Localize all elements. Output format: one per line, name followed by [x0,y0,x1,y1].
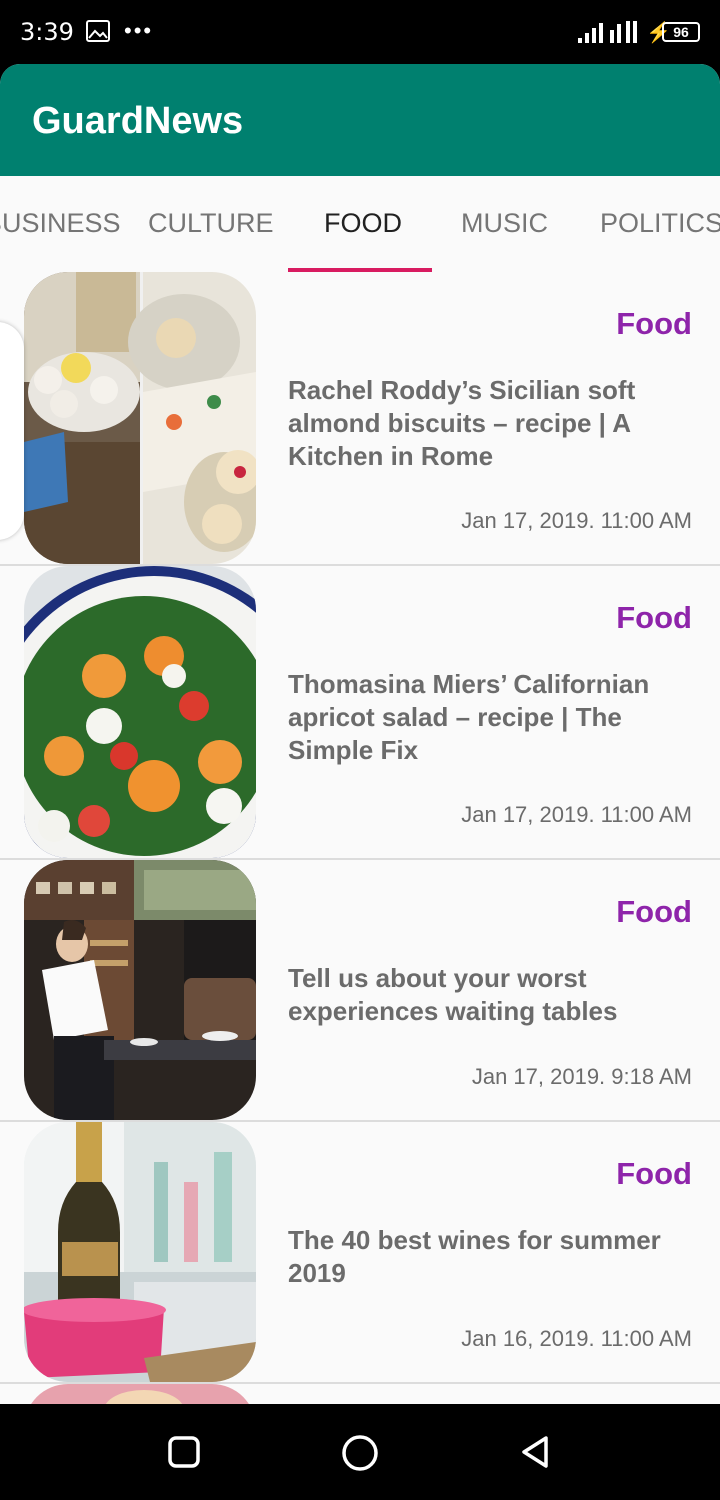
article-date: Jan 17, 2019. 9:18 AM [471,1064,692,1089]
tab-food[interactable]: FOOD [324,208,402,239]
article-thumbnail[interactable] [24,1122,256,1382]
article-headline[interactable]: Rachel Roddy’s Sicilian soft almond bisc… [288,374,688,473]
article-thumbnail[interactable] [24,566,256,858]
article-section: Food [616,894,692,929]
battery-icon: ⚡ 96 [646,20,702,44]
status-time: 3:39 [20,18,74,46]
biscuits-photo [24,272,256,564]
signal-icon [578,21,637,43]
navigation-bar [0,1404,720,1500]
app-title: GuardNews [32,100,244,142]
tab-music[interactable]: MUSIC [461,208,548,239]
article-headline[interactable]: Tell us about your worst experiences wai… [288,962,688,1028]
tab-politics[interactable]: POLITICS [600,208,720,239]
article-card[interactable] [0,1384,720,1404]
article-date: Jan 17, 2019. 11:00 AM [461,508,692,533]
champagne-photo [24,1122,256,1382]
article-section: Food [616,600,692,635]
article-headline[interactable]: Thomasina Miers’ Californian apricot sal… [288,668,688,767]
app-bar: GuardNews [0,64,720,176]
article-thumbnail[interactable] [24,860,256,1120]
article-card[interactable]: Food Thomasina Miers’ Californian aprico… [0,566,720,860]
article-thumbnail[interactable] [24,1384,256,1404]
image-icon [86,20,110,42]
app-window: GuardNews BUSINESS CULTURE FOOD MUSIC PO… [0,64,720,1404]
article-section: Food [616,1156,692,1191]
recents-icon[interactable] [166,1434,202,1470]
edge-panel-handle[interactable] [0,322,24,540]
category-tabs: BUSINESS CULTURE FOOD MUSIC POLITICS [0,176,720,272]
more-notifications-icon: ••• [124,18,154,43]
restaurant-photo [24,860,256,1120]
article-card[interactable]: Food Rachel Roddy’s Sicilian soft almond… [0,272,720,566]
tab-business[interactable]: BUSINESS [0,208,121,239]
tab-culture[interactable]: CULTURE [148,208,274,239]
home-icon[interactable] [341,1434,379,1472]
article-headline[interactable]: The 40 best wines for summer 2019 [288,1224,688,1290]
battery-level: 96 [662,22,700,42]
partial-photo [24,1384,256,1404]
article-card[interactable]: Food Tell us about your worst experience… [0,860,720,1122]
article-card[interactable]: Food The 40 best wines for summer 2019 J… [0,1122,720,1384]
article-date: Jan 17, 2019. 11:00 AM [461,802,692,827]
status-bar: 3:39 ••• ⚡ 96 [0,0,720,64]
back-icon[interactable] [518,1434,554,1470]
article-date: Jan 16, 2019. 11:00 AM [461,1326,692,1351]
article-section: Food [616,306,692,341]
apricot-salad-photo [24,566,256,858]
article-thumbnail[interactable] [24,272,256,564]
